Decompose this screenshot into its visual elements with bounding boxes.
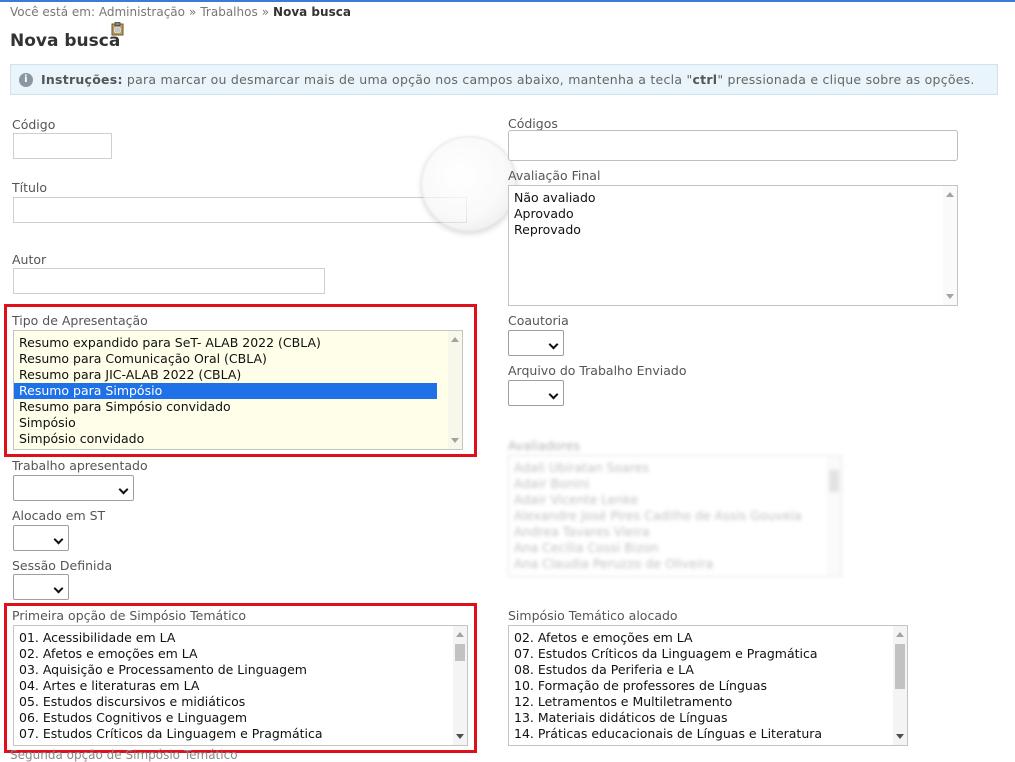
sessao-definida-label: Sessão Definida xyxy=(12,558,113,573)
tipo-apresentacao-listbox[interactable]: Resumo expandido para SeT- ALAB 2022 (CB… xyxy=(13,330,463,450)
instructions-key: ctrl xyxy=(692,72,718,87)
trabalho-apresentado-label: Trabalho apresentado xyxy=(12,458,148,473)
avaliadores-option[interactable]: Ana Claudia Peruzzo de Oliveira xyxy=(509,556,841,572)
codigos-label: Códigos xyxy=(508,116,558,131)
tipo-apresentacao-label: Tipo de Apresentação xyxy=(12,313,148,328)
tipo-apresentacao-option[interactable]: Simpósio convidado xyxy=(14,431,437,447)
st-alocado-label: Simpósio Temático alocado xyxy=(508,608,678,623)
primeira-opcao-option[interactable]: 05. Estudos discursivos e midiáticos xyxy=(14,694,439,710)
primeira-opcao-option[interactable]: 04. Artes e literaturas em LA xyxy=(14,678,439,694)
autor-label: Autor xyxy=(12,252,47,267)
avaliadores-option[interactable]: Andrea Tavares Vieira xyxy=(509,524,841,540)
avaliadores-option[interactable]: Adair Vicente Lenke xyxy=(509,492,841,508)
titulo-label: Título xyxy=(12,180,48,195)
avaliacao-final-option[interactable]: Não avaliado xyxy=(509,190,957,206)
codigo-input[interactable] xyxy=(13,133,112,159)
tipo-apresentacao-option[interactable]: Resumo expandido para SeT- ALAB 2022 (CB… xyxy=(14,335,437,351)
autor-input[interactable] xyxy=(13,268,325,294)
tipo-apresentacao-option[interactable]: Simpósio xyxy=(14,415,437,431)
scrollbar-thumb[interactable] xyxy=(829,470,839,492)
arquivo-trabalho-label: Arquivo do Trabalho Enviado xyxy=(508,363,687,378)
chevron-down-icon xyxy=(53,583,64,594)
titulo-input[interactable] xyxy=(13,197,467,223)
page-title: Nova busca xyxy=(10,31,121,51)
scroll-up-arrow-icon[interactable] xyxy=(946,192,954,197)
avaliacao-final-label: Avaliação Final xyxy=(508,168,601,183)
top-border xyxy=(0,0,1015,2)
primeira-opcao-option[interactable]: 03. Aquisição e Processamento de Linguag… xyxy=(14,662,439,678)
breadcrumb: Você está em: Administração» Trabalhos» No… xyxy=(10,5,351,19)
codigo-label: Código xyxy=(12,117,56,132)
primeira-opcao-option[interactable]: 01. Acessibilidade em LA xyxy=(14,630,439,646)
breadcrumb-separator: » xyxy=(261,5,270,19)
primeira-opcao-option[interactable]: 02. Afetos e emoções em LA xyxy=(14,646,439,662)
avaliadores-option[interactable]: Adair Bonini xyxy=(509,476,841,492)
st-alocado-option[interactable]: 02. Afetos e emoções em LA xyxy=(509,630,884,646)
scroll-up-arrow-icon[interactable] xyxy=(451,337,459,342)
instructions-text-before: para marcar ou desmarcar mais de uma opç… xyxy=(122,72,693,87)
st-alocado-option[interactable]: 07. Estudos Críticos da Linguagem e Prag… xyxy=(509,646,884,662)
scroll-down-arrow-icon[interactable] xyxy=(946,294,954,299)
st-alocado-scrollbar[interactable] xyxy=(893,626,907,745)
primeira-opcao-listbox[interactable]: 01. Acessibilidade em LA 02. Afetos e em… xyxy=(13,625,468,746)
avaliacao-final-scrollbar[interactable] xyxy=(943,186,957,305)
trabalho-apresentado-select[interactable] xyxy=(13,475,134,501)
avaliadores-label: Avaliadores xyxy=(508,438,581,453)
st-alocado-option[interactable]: 10. Formação de professores de Línguas xyxy=(509,678,884,694)
avaliadores-scrollbar[interactable] xyxy=(827,456,841,576)
instructions-label: Instruções: xyxy=(41,72,123,87)
magnifier-overlay xyxy=(421,136,517,232)
coautoria-select[interactable] xyxy=(508,330,564,356)
scroll-up-arrow-icon[interactable] xyxy=(456,632,464,637)
chevron-down-icon xyxy=(53,534,64,545)
primeira-opcao-option[interactable]: 06. Estudos Cognitivos e Linguagem xyxy=(14,710,439,726)
st-alocado-option[interactable]: 12. Letramentos e Multiletramento xyxy=(509,694,884,710)
scrollbar-thumb[interactable] xyxy=(455,644,465,661)
primeira-opcao-label: Primeira opção de Simpósio Temático xyxy=(12,608,247,623)
avaliadores-option[interactable]: Alexandre José Pires Cadilho de Assis Go… xyxy=(509,508,841,524)
alocado-st-select[interactable] xyxy=(13,525,69,551)
scroll-up-arrow-icon[interactable] xyxy=(896,632,904,637)
chevron-down-icon xyxy=(118,484,129,495)
tipo-apresentacao-option[interactable]: Resumo para Simpósio convidado xyxy=(14,399,437,415)
tipo-apresentacao-scrollbar[interactable] xyxy=(448,331,462,449)
st-alocado-listbox[interactable]: 02. Afetos e emoções em LA 07. Estudos C… xyxy=(508,625,908,746)
scroll-down-arrow-icon[interactable] xyxy=(451,438,459,443)
tipo-apresentacao-option[interactable]: Resumo para Comunicação Oral (CBLA) xyxy=(14,351,437,367)
st-alocado-option[interactable]: 13. Materiais didáticos de Línguas xyxy=(509,710,884,726)
tipo-apresentacao-option[interactable]: Resumo para JIC-ALAB 2022 (CBLA) xyxy=(14,367,437,383)
breadcrumb-separator: » xyxy=(189,5,197,19)
breadcrumb-prefix: Você está em: xyxy=(10,5,96,19)
scrollbar-thumb[interactable] xyxy=(895,644,905,689)
avaliadores-option[interactable]: Ana Cecília Cossi Bizon xyxy=(509,540,841,556)
arquivo-trabalho-select[interactable] xyxy=(508,380,564,406)
clipboard-icon[interactable] xyxy=(111,22,125,36)
breadcrumb-link-administracao[interactable]: Administração xyxy=(99,5,185,19)
st-alocado-option[interactable]: 08. Estudos da Periferia e LA xyxy=(509,662,884,678)
st-alocado-option[interactable]: 14. Práticas educacionais de Línguas e L… xyxy=(509,726,884,742)
tipo-apresentacao-option-selected[interactable]: Resumo para Simpósio xyxy=(14,383,437,399)
coautoria-label: Coautoria xyxy=(508,313,569,328)
breadcrumb-current: Nova busca xyxy=(273,5,351,19)
breadcrumb-link-trabalhos[interactable]: Trabalhos xyxy=(200,5,257,19)
scroll-down-arrow-icon[interactable] xyxy=(456,734,464,739)
alocado-st-label: Alocado em ST xyxy=(12,508,106,523)
chevron-down-icon xyxy=(548,389,559,400)
avaliadores-listbox[interactable]: Adali Ubiratan Soares Adair Bonini Adair… xyxy=(508,455,842,577)
avaliacao-final-option[interactable]: Aprovado xyxy=(509,206,957,222)
scroll-down-arrow-icon[interactable] xyxy=(896,734,904,739)
codigos-input[interactable] xyxy=(508,130,958,161)
instructions-box: i Instruções: para marcar ou desmarcar m… xyxy=(10,64,998,95)
primeira-opcao-scrollbar[interactable] xyxy=(453,626,467,745)
sessao-definida-select[interactable] xyxy=(13,574,69,600)
chevron-down-icon xyxy=(548,339,559,350)
avaliacao-final-option[interactable]: Reprovado xyxy=(509,222,957,238)
segunda-opcao-label: Segunda opção de Simpósio Temático xyxy=(10,748,238,762)
info-icon: i xyxy=(19,73,33,87)
avaliadores-option[interactable]: Adali Ubiratan Soares xyxy=(509,460,841,476)
primeira-opcao-option[interactable]: 07. Estudos Críticos da Linguagem e Prag… xyxy=(14,726,439,742)
avaliacao-final-listbox[interactable]: Não avaliado Aprovado Reprovado xyxy=(508,185,958,306)
instructions-text-after: " pressionada e clique sobre as opções. xyxy=(717,72,975,87)
